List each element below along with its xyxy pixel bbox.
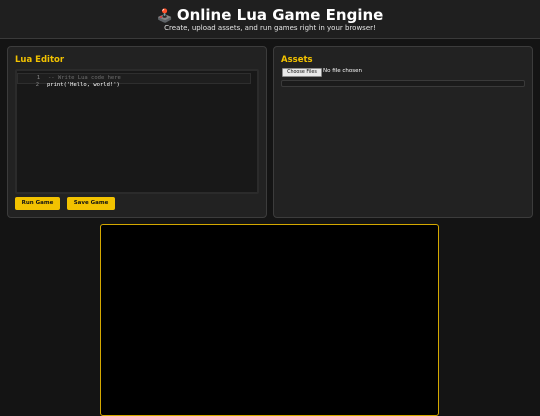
code-statement: print('Hello, world!')	[47, 81, 120, 90]
save-game-button[interactable]: Save Game	[67, 197, 115, 210]
file-status-text: No file chosen	[323, 68, 362, 74]
code-string: 'Hello, world!'	[66, 82, 117, 88]
joystick-icon: 🕹️	[156, 9, 173, 24]
assets-panel: Assets Choose Files No file chosen	[273, 46, 533, 218]
code-paren: )	[116, 82, 120, 88]
line-number: 2	[35, 82, 39, 88]
app-header: 🕹️ Online Lua Game Engine Create, upload …	[0, 0, 540, 39]
page-title-text: Online Lua Game Engine	[176, 6, 384, 24]
asset-list	[281, 80, 525, 87]
page-title: 🕹️ Online Lua Game Engine	[0, 6, 540, 26]
game-canvas[interactable]	[100, 224, 439, 416]
run-game-button[interactable]: Run Game	[15, 197, 60, 210]
code-line[interactable]: 2 print('Hello, world!')	[17, 81, 249, 90]
choose-files-button[interactable]: Choose Files	[282, 68, 322, 77]
assets-title: Assets	[281, 55, 313, 65]
page-subtitle: Create, upload assets, and run games rig…	[164, 24, 376, 32]
lua-editor-title: Lua Editor	[15, 55, 65, 65]
lua-editor-panel: Lua Editor 1 -- Write Lua code here 2 pr…	[7, 46, 267, 218]
code-editor[interactable]: 1 -- Write Lua code here 2 print('Hello,…	[15, 69, 259, 194]
code-function: print(	[47, 82, 67, 88]
